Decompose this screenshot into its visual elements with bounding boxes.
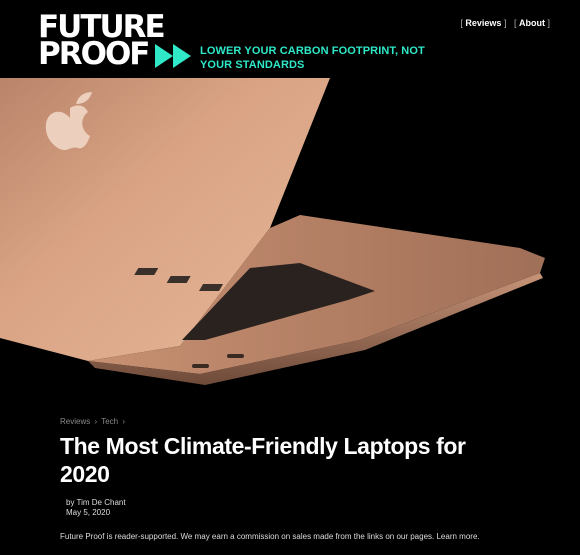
- site-tagline: LOWER YOUR CARBON FOOTPRINT, NOT YOUR ST…: [200, 45, 425, 71]
- publish-date: May 5, 2020: [66, 508, 111, 517]
- site-header: FUTURE PROOF LOWER YOUR CARBON FOOTPRINT…: [0, 0, 580, 78]
- breadcrumb-reviews[interactable]: Reviews: [60, 417, 90, 426]
- learn-more-link[interactable]: Learn more.: [436, 532, 479, 541]
- breadcrumb-separator: ›: [94, 417, 98, 426]
- author: by Tim De Chant: [66, 498, 126, 507]
- article-title: The Most Climate-Friendly Laptops for 20…: [60, 433, 466, 487]
- laptop-illustration: [0, 78, 580, 400]
- affiliate-disclaimer: Future Proof is reader-supported. We may…: [60, 532, 480, 541]
- top-nav: [ Reviews ] [ About ]: [460, 18, 550, 28]
- breadcrumb-tech[interactable]: Tech: [101, 417, 118, 426]
- byline: by Tim De Chant May 5, 2020: [66, 498, 126, 518]
- hero-image: [0, 78, 580, 400]
- fast-forward-icon: [155, 44, 191, 68]
- nav-about-link[interactable]: About: [519, 18, 545, 28]
- disclaimer-text: Future Proof is reader-supported. We may…: [60, 532, 435, 541]
- breadcrumb: Reviews › Tech ›: [60, 417, 127, 426]
- breadcrumb-separator: ›: [122, 417, 126, 426]
- nav-reviews-link[interactable]: Reviews: [465, 18, 501, 28]
